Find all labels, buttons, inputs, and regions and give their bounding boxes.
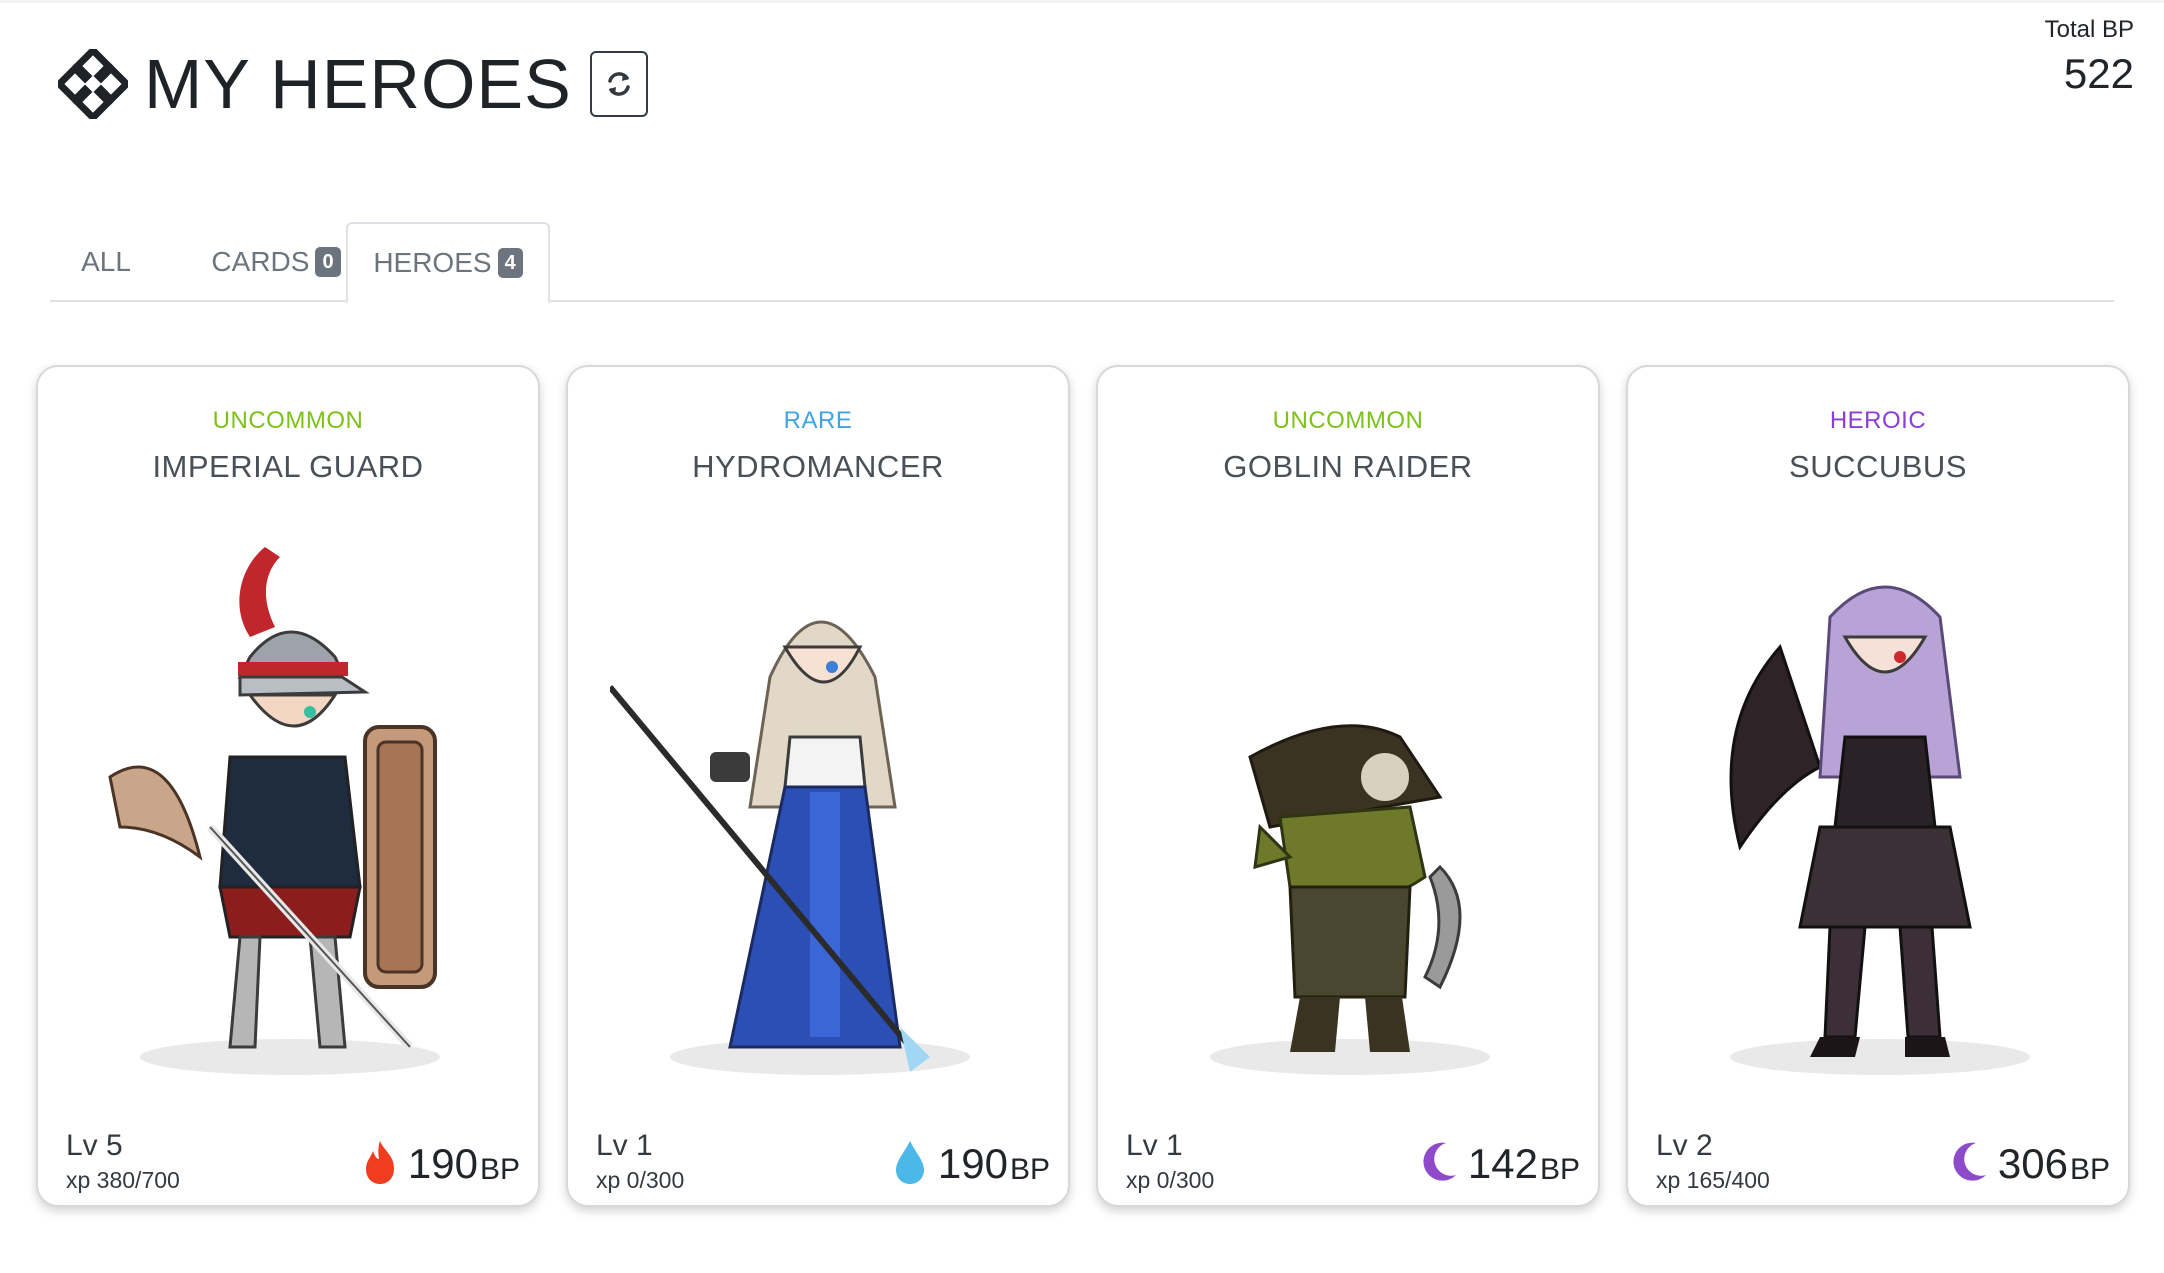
bp-value: 190 — [937, 1140, 1008, 1187]
total-bp-label: Total BP — [2044, 16, 2134, 43]
imperial-guard-art — [108, 547, 440, 1075]
hero-card[interactable]: UNCOMMON GOBLIN RAIDER Lv 1 xp 0/300 142… — [1096, 365, 1600, 1207]
bp-unit: BP — [1009, 1153, 1050, 1186]
hero-level: Lv 1 — [596, 1129, 653, 1162]
filter-tabs: ALL CARDS 0 HEROES 4 — [50, 222, 2114, 304]
tab-all-label: ALL — [81, 246, 131, 277]
tab-heroes-label: HEROES — [373, 247, 492, 278]
hydromancer-art — [610, 620, 970, 1075]
moon-icon — [1423, 1142, 1456, 1181]
hero-name: IMPERIAL GUARD — [152, 449, 424, 484]
hero-xp: xp 0/300 — [596, 1167, 685, 1193]
hero-card[interactable]: HEROIC SUCCUBUS Lv 2 xp 165/400 306 BP — [1626, 365, 2130, 1207]
bp-value: 190 — [407, 1140, 478, 1187]
knot-logo-icon — [58, 49, 128, 119]
hero-card-grid: UNCOMMON IMPERIAL GUARD Lv 5 xp 380/700 — [36, 365, 2130, 1207]
cards-count-badge: 0 — [315, 247, 341, 277]
tab-heroes[interactable]: HEROES 4 — [346, 222, 550, 304]
tab-all[interactable]: ALL — [50, 222, 162, 302]
total-bp-value: 522 — [2063, 50, 2134, 97]
bp-unit: BP — [2069, 1153, 2110, 1186]
succubus-art — [1729, 585, 2030, 1075]
goblin-raider-art — [1210, 724, 1490, 1075]
hero-card[interactable]: RARE HYDROMANCER Lv 1 xp 0/300 190 BP — [566, 365, 1070, 1207]
fire-icon — [365, 1141, 394, 1184]
rarity-label: UNCOMMON — [1272, 407, 1424, 434]
tab-cards-label: CARDS — [211, 246, 310, 277]
rarity-label: HEROIC — [1829, 407, 1927, 434]
hero-level: Lv 1 — [1126, 1129, 1183, 1162]
battle-power: 190 BP — [360, 1139, 520, 1185]
tab-cards[interactable]: CARDS 0 — [178, 222, 374, 302]
battle-power: 142 BP — [1420, 1139, 1580, 1185]
heroes-count-badge: 4 — [497, 248, 523, 278]
total-bp: Total BP 522 — [2045, 16, 2134, 98]
hero-xp: xp 165/400 — [1656, 1167, 1770, 1193]
rarity-label: UNCOMMON — [212, 407, 364, 434]
hero-level: Lv 2 — [1656, 1129, 1713, 1162]
hero-level: Lv 5 — [66, 1129, 123, 1162]
bp-unit: BP — [479, 1153, 520, 1186]
battle-power: 190 BP — [890, 1139, 1050, 1185]
bp-value: 142 — [1467, 1140, 1538, 1187]
battle-power: 306 BP — [1950, 1139, 2110, 1185]
bp-value: 306 — [1997, 1140, 2068, 1187]
rarity-label: RARE — [783, 407, 853, 434]
page-header: MY HEROES — [58, 44, 648, 124]
page-title: MY HEROES — [144, 45, 572, 123]
refresh-button[interactable] — [589, 51, 648, 117]
bp-unit: BP — [1539, 1153, 1580, 1186]
hero-card[interactable]: UNCOMMON IMPERIAL GUARD Lv 5 xp 380/700 — [36, 365, 540, 1207]
hero-name: HYDROMANCER — [692, 449, 944, 484]
moon-icon — [1953, 1142, 1986, 1181]
top-border — [0, 0, 2164, 3]
hero-name: SUCCUBUS — [1789, 449, 1967, 484]
hero-xp: xp 0/300 — [1126, 1167, 1215, 1193]
hero-name: GOBLIN RAIDER — [1223, 449, 1473, 484]
water-drop-icon — [895, 1141, 924, 1184]
refresh-icon — [608, 72, 630, 96]
hero-xp: xp 380/700 — [66, 1167, 180, 1193]
